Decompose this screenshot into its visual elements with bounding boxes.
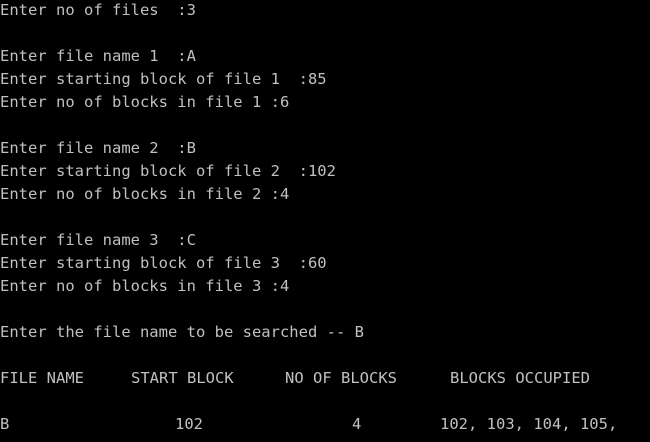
prompt-file-3-name: Enter file name 3 :C — [0, 231, 196, 249]
prompt-search-file: Enter the file name to be searched -- B — [0, 323, 364, 341]
prompt-file-3-blocks: Enter no of blocks in file 3 :4 — [0, 277, 290, 295]
prompt-file-2-blocks: Enter no of blocks in file 2 :4 — [0, 185, 290, 203]
prompt-file-2-start: Enter starting block of file 2 :102 — [0, 162, 336, 180]
header-file-name: FILE NAME — [0, 369, 84, 387]
prompt-file-1-blocks: Enter no of blocks in file 1 :6 — [0, 93, 290, 111]
header-start-block: START BLOCK — [131, 369, 234, 387]
prompt-file-1-start: Enter starting block of file 1 :85 — [0, 70, 327, 88]
console-window[interactable]: Enter no of files :3 Enter file name 1 :… — [0, 0, 650, 442]
cell-blocks-occupied: 102, 103, 104, 105, — [440, 415, 618, 433]
cell-file-name: B — [0, 415, 10, 433]
prompt-file-2-name: Enter file name 2 :B — [0, 139, 196, 157]
prompt-file-1-name: Enter file name 1 :A — [0, 47, 196, 65]
cell-no-of-blocks: 4 — [352, 415, 362, 433]
cell-start-block: 102 — [175, 415, 203, 433]
prompt-file-3-start: Enter starting block of file 3 :60 — [0, 254, 327, 272]
header-blocks-occupied: BLOCKS OCCUPIED — [450, 369, 590, 387]
prompt-num-files: Enter no of files :3 — [0, 1, 196, 19]
header-no-of-blocks: NO OF BLOCKS — [285, 369, 397, 387]
